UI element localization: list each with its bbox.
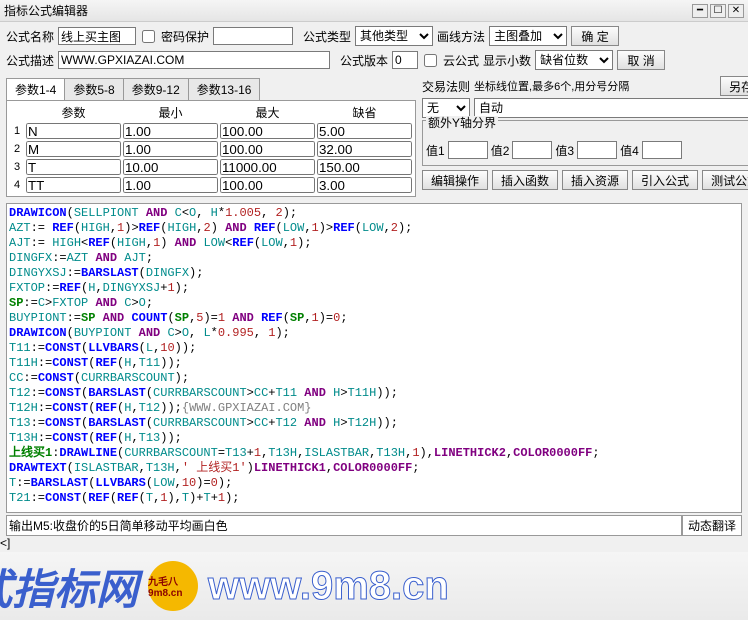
footer-banner: 式指标网 九毛八 9m8.cn www.9m8.cn (0, 552, 748, 620)
status-right: 动态翻译 (682, 515, 742, 536)
param-max-input[interactable] (220, 123, 315, 139)
insert-res-button[interactable]: 插入资源 (562, 170, 628, 190)
save-as-button[interactable]: 另存为 (720, 76, 748, 96)
extra-y-box: 额外Y轴分界 值1 值2 值3 值4 (422, 120, 748, 166)
draw-select[interactable]: 主图叠加 (489, 26, 567, 46)
param-max-input[interactable] (220, 177, 315, 193)
y-value3-input[interactable] (577, 141, 617, 159)
param-def-input[interactable] (317, 141, 412, 157)
y-value2-input[interactable] (512, 141, 552, 159)
form-area: 公式名称 密码保护 公式类型 其他类型 画线方法 主图叠加 确 定 公式描述 公… (0, 22, 748, 201)
edit-ops-button[interactable]: 编辑操作 (422, 170, 488, 190)
status-message: 输出M5:收盘价的5日简单移动平均画白色 (6, 515, 682, 536)
name-label: 公式名称 (6, 28, 54, 45)
rules-select2[interactable]: 自动 (474, 98, 748, 118)
param-row: 1 (9, 122, 413, 140)
type-label: 公式类型 (303, 28, 351, 45)
password-label: 密码保护 (161, 28, 209, 45)
banner-url: www.9m8.cn (208, 564, 449, 609)
col-name: 参数 (25, 103, 122, 122)
maximize-button[interactable]: ☐ (710, 4, 726, 18)
param-max-input[interactable] (220, 141, 315, 157)
col-max: 最大 (219, 103, 316, 122)
insert-fn-button[interactable]: 插入函数 (492, 170, 558, 190)
tab-params-13-16[interactable]: 参数13-16 (188, 78, 261, 100)
password-input[interactable] (213, 27, 293, 45)
code-editor[interactable]: DRAWICON(SELLPIONT AND C<O, H*1.005, 2);… (6, 203, 742, 513)
cloud-checkbox[interactable] (424, 54, 437, 67)
param-min-input[interactable] (123, 141, 218, 157)
window-title: 指标公式编辑器 (4, 2, 692, 19)
rules-hint: 坐标线位置,最多6个,用分号分隔 (474, 78, 629, 94)
param-grid: 参数 最小 最大 缺省 1 2 (6, 100, 416, 197)
dec-label: 显示小数 (483, 52, 531, 69)
ok-button[interactable]: 确 定 (571, 26, 619, 46)
ver-input[interactable] (392, 51, 418, 69)
param-name-input[interactable] (26, 123, 121, 139)
param-row: 3 (9, 158, 413, 176)
name-input[interactable] (58, 27, 136, 45)
cancel-button[interactable]: 取 消 (617, 50, 665, 70)
param-min-input[interactable] (123, 177, 218, 193)
rules-select1[interactable]: 无 (422, 98, 470, 118)
desc-input[interactable] (58, 51, 330, 69)
y-value1-input[interactable] (448, 141, 488, 159)
tab-params-9-12[interactable]: 参数9-12 (123, 78, 189, 100)
param-tabs: 参数1-4 参数5-8 参数9-12 参数13-16 (6, 78, 416, 100)
banner-logo-icon: 九毛八 9m8.cn (148, 561, 198, 611)
tab-params-1-4[interactable]: 参数1-4 (6, 78, 65, 100)
param-name-input[interactable] (26, 177, 121, 193)
extra-y-label: 额外Y轴分界 (426, 116, 498, 130)
test-button[interactable]: 测试公式 (702, 170, 748, 190)
param-max-input[interactable] (220, 159, 315, 175)
col-min: 最小 (122, 103, 219, 122)
import-button[interactable]: 引入公式 (632, 170, 698, 190)
banner-text: 式指标网 (0, 556, 138, 617)
close-button[interactable]: ✕ (728, 4, 744, 18)
param-min-input[interactable] (123, 123, 218, 139)
title-bar: 指标公式编辑器 ━ ☐ ✕ (0, 0, 748, 22)
type-select[interactable]: 其他类型 (355, 26, 433, 46)
draw-label: 画线方法 (437, 28, 485, 45)
col-def: 缺省 (316, 103, 413, 122)
ver-label: 公式版本 (340, 52, 388, 69)
password-checkbox[interactable] (142, 30, 155, 43)
rules-label: 交易法则 (422, 78, 470, 95)
param-min-input[interactable] (123, 159, 218, 175)
desc-label: 公式描述 (6, 52, 54, 69)
dec-select[interactable]: 缺省位数 (535, 50, 613, 70)
y-value4-input[interactable] (642, 141, 682, 159)
param-row: 2 (9, 140, 413, 158)
param-row: 4 (9, 176, 413, 194)
param-name-input[interactable] (26, 141, 121, 157)
tab-params-5-8[interactable]: 参数5-8 (64, 78, 123, 100)
cloud-label: 云公式 (443, 52, 479, 69)
param-def-input[interactable] (317, 159, 412, 175)
param-name-input[interactable] (26, 159, 121, 175)
status-bar: 输出M5:收盘价的5日简单移动平均画白色 动态翻译 (6, 515, 742, 536)
param-def-input[interactable] (317, 123, 412, 139)
minimize-button[interactable]: ━ (692, 4, 708, 18)
param-def-input[interactable] (317, 177, 412, 193)
